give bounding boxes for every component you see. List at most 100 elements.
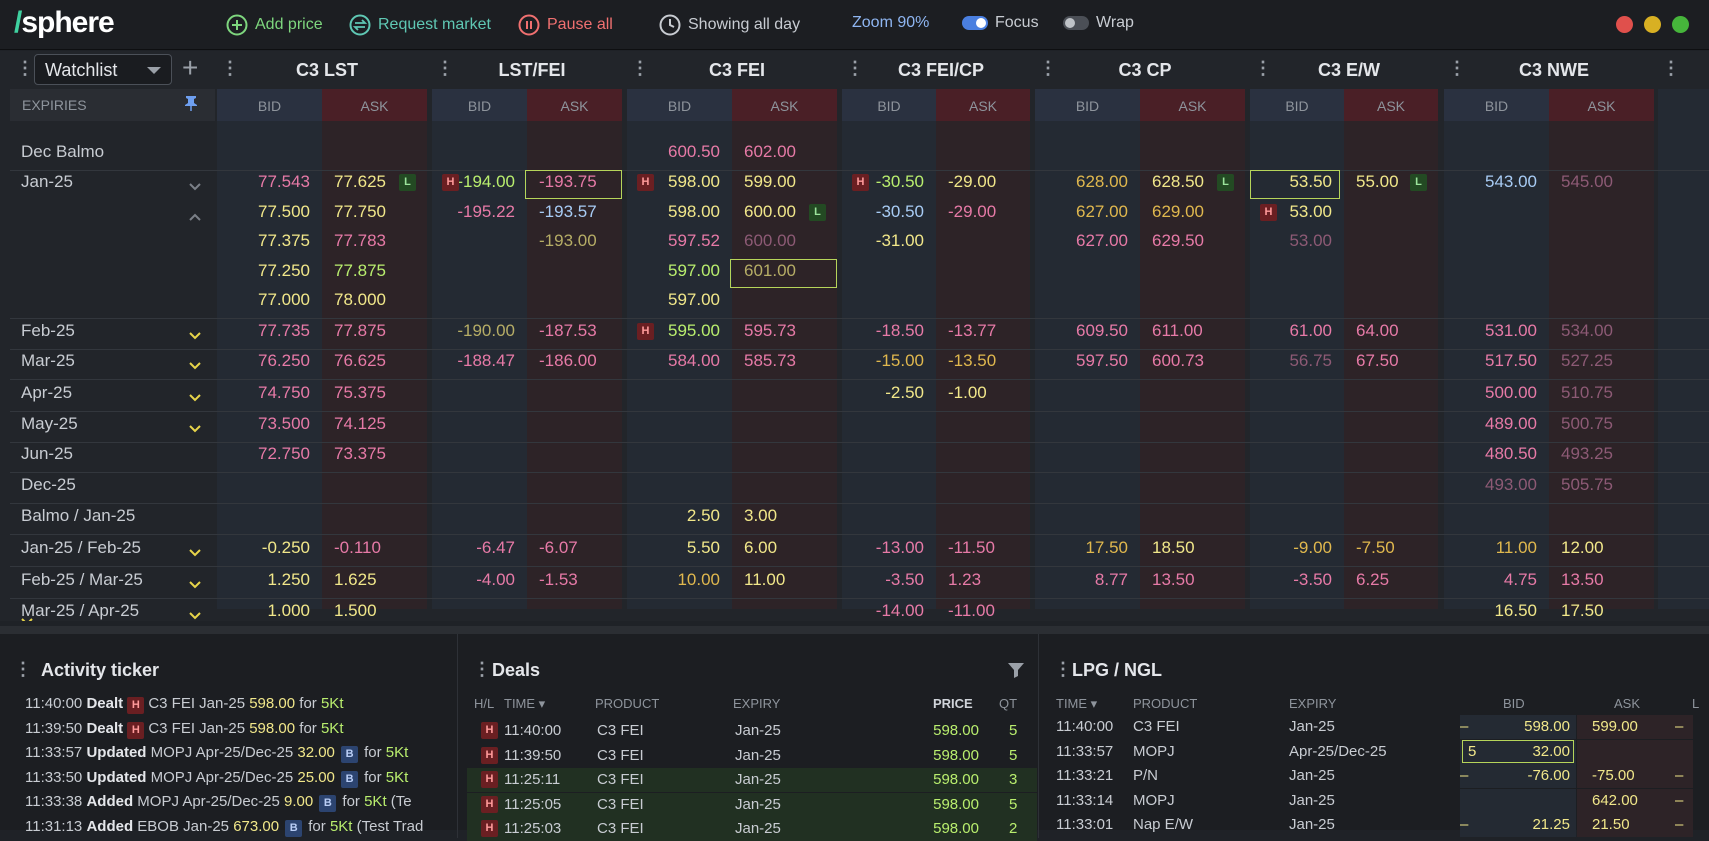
- time-range-selector[interactable]: Showing all day: [659, 14, 800, 36]
- bid-price[interactable]: -3.50: [885, 570, 924, 590]
- ask-price[interactable]: 600.00: [744, 202, 796, 222]
- bid-price[interactable]: -195.22: [457, 202, 515, 222]
- ask-price[interactable]: -7.50: [1356, 538, 1395, 558]
- bid-price[interactable]: 10.00: [677, 570, 720, 590]
- bid-price[interactable]: 53.00: [1289, 202, 1332, 222]
- bid-price[interactable]: 543.00: [1485, 172, 1537, 192]
- bid-price[interactable]: 584.00: [668, 351, 720, 371]
- ask-price[interactable]: 1.500: [334, 601, 377, 621]
- bid-price[interactable]: -3.50: [1293, 570, 1332, 590]
- bid-price[interactable]: 72.750: [258, 444, 310, 464]
- ticker-item[interactable]: 11:31:13 Added EBOB Jan-25 673.00 Bfor 5…: [25, 818, 423, 837]
- bid-price[interactable]: 531.00: [1485, 321, 1537, 341]
- bid-price[interactable]: 609.50: [1076, 321, 1128, 341]
- ask-price[interactable]: 17.50: [1561, 601, 1604, 621]
- ask-price[interactable]: -11.50: [948, 538, 995, 558]
- bid-price[interactable]: -190.00: [457, 321, 515, 341]
- bid-price[interactable]: -4.00: [476, 570, 515, 590]
- lpg-ask[interactable]: 21.50: [1592, 816, 1630, 833]
- ask-price[interactable]: -193.00: [539, 231, 597, 251]
- zoom-control[interactable]: Zoom 90%: [852, 14, 929, 32]
- bid-price[interactable]: 627.00: [1076, 202, 1128, 222]
- chevron-down-icon[interactable]: [20, 614, 34, 621]
- ask-price[interactable]: -29.00: [948, 202, 996, 222]
- ask-price[interactable]: -6.07: [539, 538, 578, 558]
- pause-all-button[interactable]: Pause all: [518, 14, 613, 36]
- ask-price[interactable]: 77.875: [334, 321, 386, 341]
- bid-price[interactable]: 5.50: [687, 538, 720, 558]
- chevron-down-icon[interactable]: [188, 328, 202, 340]
- ask-price[interactable]: 76.625: [334, 351, 386, 371]
- bid-price[interactable]: -188.47: [457, 351, 515, 371]
- ask-price[interactable]: -0.110: [334, 538, 381, 558]
- bid-price[interactable]: 8.77: [1095, 570, 1128, 590]
- bid-price[interactable]: 77.543: [258, 172, 310, 192]
- lpg-ask[interactable]: -75.00: [1592, 767, 1635, 784]
- chevron-down-icon[interactable]: [188, 577, 202, 589]
- ask-price[interactable]: 12.00: [1561, 538, 1604, 558]
- ask-price[interactable]: 527.25: [1561, 351, 1613, 371]
- chevron-down-icon[interactable]: [188, 179, 202, 191]
- ask-price[interactable]: 611.00: [1152, 321, 1203, 341]
- ask-price[interactable]: 629.50: [1152, 231, 1204, 251]
- ask-price[interactable]: 13.50: [1152, 570, 1195, 590]
- chevron-down-icon[interactable]: [188, 358, 202, 370]
- bid-price[interactable]: 597.00: [668, 261, 720, 281]
- bid-price[interactable]: 17.50: [1085, 538, 1128, 558]
- lpg-bid[interactable]: 598.00: [1524, 718, 1570, 735]
- bid-price[interactable]: 73.500: [258, 414, 310, 434]
- bid-price[interactable]: 493.00: [1485, 475, 1537, 495]
- drag-handle-icon[interactable]: ⋮: [14, 659, 32, 680]
- ask-price[interactable]: 602.00: [744, 142, 796, 162]
- ask-price[interactable]: 629.00: [1152, 202, 1204, 222]
- ask-price[interactable]: 67.50: [1356, 351, 1399, 371]
- ticker-item[interactable]: 11:39:50 Dealt H C3 FEI Jan-25 598.00 for…: [25, 720, 343, 739]
- bid-price[interactable]: -0.250: [262, 538, 310, 558]
- ask-price[interactable]: 73.375: [334, 444, 386, 464]
- ask-price[interactable]: -29.00: [948, 172, 996, 192]
- ask-price[interactable]: 6.00: [744, 538, 777, 558]
- column-header-time[interactable]: TIME ▾: [1056, 696, 1097, 712]
- bid-price[interactable]: -13.00: [876, 538, 924, 558]
- drag-handle-icon[interactable]: ⋮: [473, 659, 491, 680]
- ask-price[interactable]: 493.25: [1561, 444, 1613, 464]
- bid-price[interactable]: 77.735: [258, 321, 310, 341]
- bid-price[interactable]: 1.250: [267, 570, 310, 590]
- bid-price[interactable]: 597.00: [668, 290, 720, 310]
- ask-price[interactable]: 77.783: [334, 231, 386, 251]
- bid-price[interactable]: 61.00: [1289, 321, 1332, 341]
- bid-price[interactable]: 598.00: [668, 172, 720, 192]
- drag-handle-icon[interactable]: ⋮: [1054, 659, 1072, 680]
- ticker-item[interactable]: 11:33:38 Added MOPJ Apr-25/Dec-25 9.00 B…: [25, 793, 412, 812]
- bid-price[interactable]: 77.000: [258, 290, 310, 310]
- focus-toggle[interactable]: Focus: [962, 14, 1039, 32]
- drag-handle-icon[interactable]: ⋮: [16, 58, 34, 79]
- bid-price[interactable]: 628.00: [1076, 172, 1128, 192]
- bid-price[interactable]: 2.50: [687, 506, 720, 526]
- ask-price[interactable]: -13.77: [948, 321, 996, 341]
- ask-price[interactable]: -13.50: [948, 351, 996, 371]
- ask-price[interactable]: -11.00: [948, 601, 995, 621]
- ask-price[interactable]: -1.00: [948, 383, 987, 403]
- ask-price[interactable]: 1.625: [334, 570, 377, 590]
- ask-price[interactable]: 585.73: [744, 351, 796, 371]
- bid-price[interactable]: 77.500: [258, 202, 310, 222]
- bid-price[interactable]: -15.00: [876, 351, 924, 371]
- lpg-bid[interactable]: -76.00: [1527, 767, 1570, 784]
- bid-price[interactable]: 76.250: [258, 351, 310, 371]
- bid-price[interactable]: -30.50: [876, 202, 924, 222]
- chevron-up-icon[interactable]: [188, 209, 202, 221]
- ask-price[interactable]: -1.53: [539, 570, 578, 590]
- lpg-ask[interactable]: 599.00: [1592, 718, 1638, 735]
- bid-price[interactable]: 595.00: [668, 321, 720, 341]
- lpg-bid[interactable]: 21.25: [1532, 816, 1570, 833]
- bid-price[interactable]: 16.50: [1494, 601, 1537, 621]
- ask-price[interactable]: 13.50: [1561, 570, 1604, 590]
- bid-price[interactable]: 77.250: [258, 261, 310, 281]
- bid-price[interactable]: 11.00: [1496, 538, 1537, 558]
- bid-price[interactable]: 53.00: [1289, 231, 1332, 251]
- ask-price[interactable]: 534.00: [1561, 321, 1613, 341]
- minimize-window-button[interactable]: [1644, 16, 1661, 33]
- ask-price[interactable]: 77.625: [334, 172, 386, 192]
- bid-price[interactable]: -30.50: [876, 172, 924, 192]
